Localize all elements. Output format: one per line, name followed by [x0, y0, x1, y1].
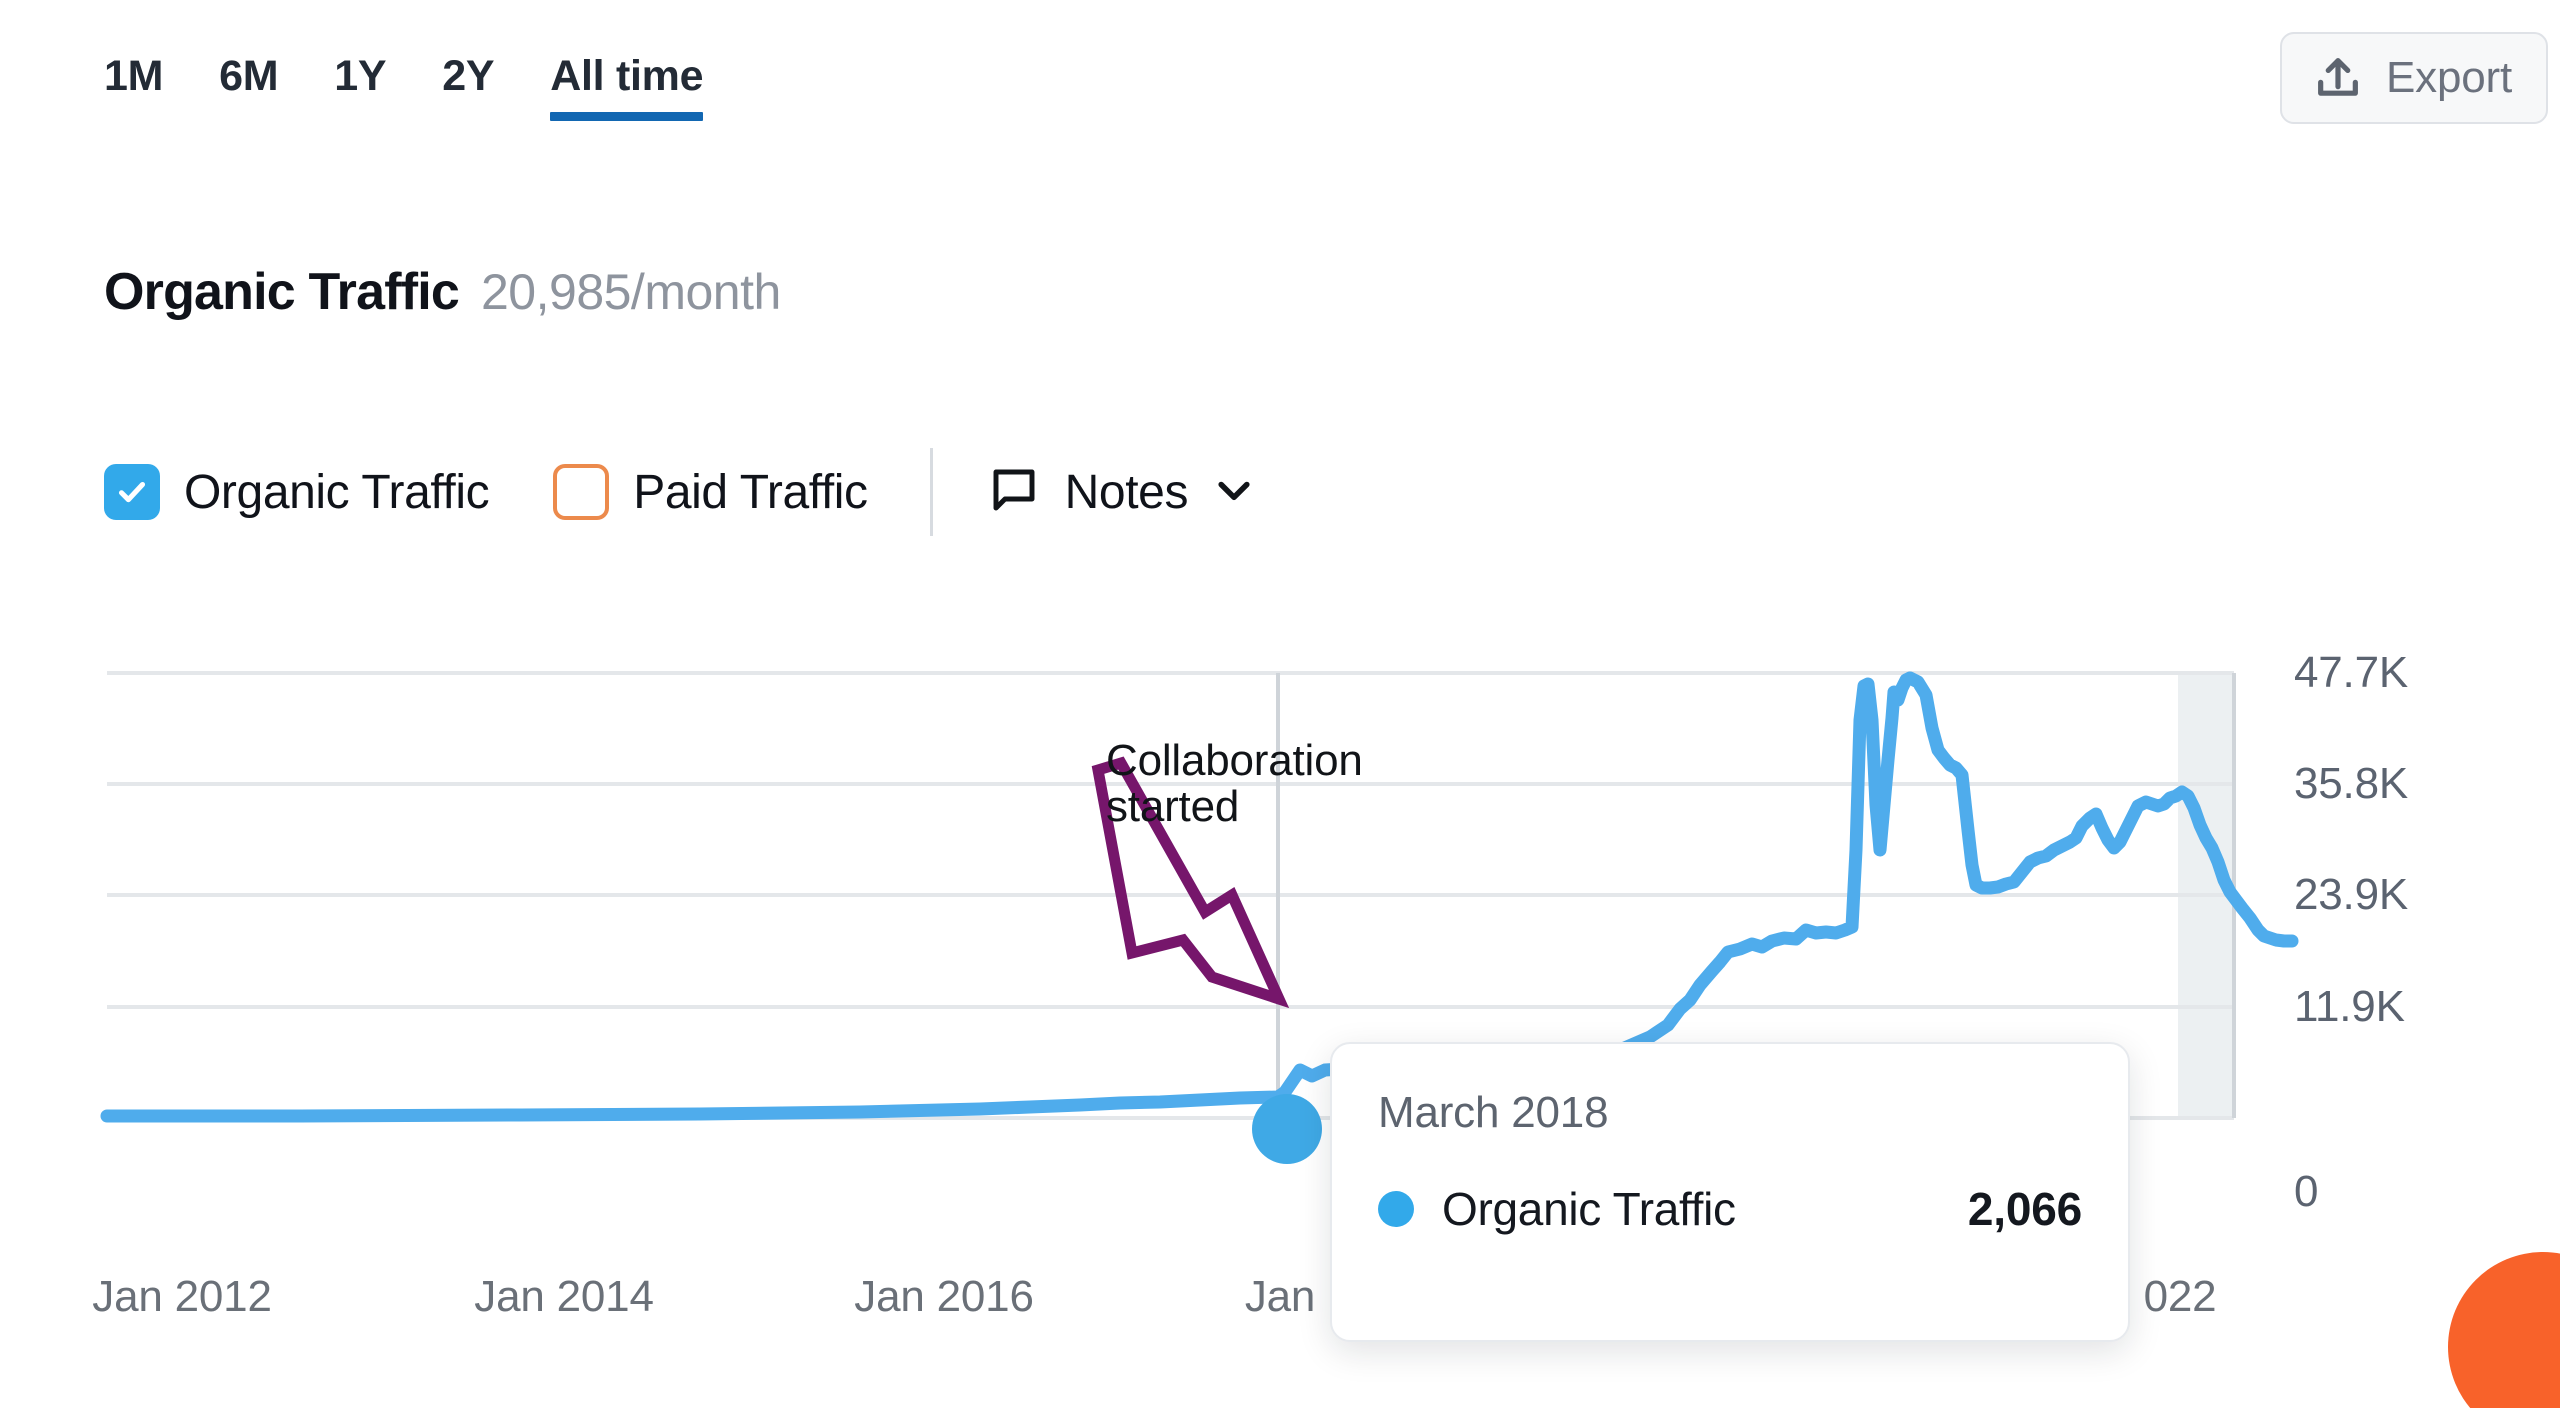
- tab-2y[interactable]: 2Y: [442, 52, 494, 133]
- tooltip-series-row: Organic Traffic 2,066: [1378, 1182, 2082, 1236]
- page-title: Organic Traffic: [104, 263, 460, 321]
- tab-6m[interactable]: 6M: [219, 52, 278, 133]
- annotation-text: Collaboration started: [1106, 736, 1363, 832]
- y-axis-label-4: 47.7K: [2294, 648, 2408, 697]
- y-axis-label-2: 23.9K: [2294, 870, 2408, 919]
- x-axis-label-jan-2012: Jan 2012: [92, 1272, 272, 1321]
- tooltip-series-name: Organic Traffic: [1442, 1183, 1736, 1235]
- legend-toggle-paid-traffic[interactable]: Paid Traffic: [553, 464, 868, 520]
- tooltip-series-dot-icon: [1378, 1191, 1414, 1227]
- tab-1m[interactable]: 1M: [104, 52, 163, 133]
- legend-toggle-organic-traffic[interactable]: Organic Traffic: [104, 464, 490, 520]
- chart-tooltip: March 2018 Organic Traffic 2,066: [1330, 1042, 2130, 1342]
- legend-label-paid-traffic: Paid Traffic: [633, 465, 868, 519]
- note-bubble-icon: [987, 463, 1041, 522]
- y-axis-label-1: 11.9K: [2294, 982, 2405, 1031]
- x-axis-label-jan-2016: Jan 2016: [854, 1272, 1034, 1321]
- series-toggles: Organic Traffic Paid Traffic Notes: [104, 448, 1256, 536]
- x-axis-label-jan-2022: 022: [2143, 1272, 2217, 1321]
- hovered-point-marker: [1252, 1094, 1322, 1164]
- export-upload-icon: [2312, 52, 2364, 104]
- x-axis-label-jan-2018: Jan: [1244, 1272, 1316, 1321]
- tooltip-series-value: 2,066: [1967, 1183, 2082, 1235]
- tab-1y[interactable]: 1Y: [334, 52, 386, 133]
- export-button-label: Export: [2386, 53, 2512, 102]
- checkbox-checked-icon[interactable]: [104, 464, 160, 520]
- tooltip-date: March 2018: [1378, 1088, 1609, 1137]
- chevron-down-icon[interactable]: [1212, 468, 1256, 517]
- x-axis-label-jan-2014: Jan 2014: [474, 1272, 654, 1321]
- legend-label-organic-traffic: Organic Traffic: [184, 465, 490, 519]
- notes-label: Notes: [1064, 465, 1189, 519]
- time-range-tabs[interactable]: 1M 6M 1Y 2Y All time: [104, 52, 704, 133]
- notes-dropdown[interactable]: Notes: [987, 463, 1256, 522]
- toolbar-divider: [929, 448, 933, 536]
- y-axis-label-3: 35.8K: [2294, 759, 2408, 808]
- chart-header: Organic Traffic 20,985/month: [104, 262, 781, 322]
- tab-all-time[interactable]: All time: [550, 52, 704, 133]
- checkbox-unchecked-icon[interactable]: [553, 464, 610, 520]
- export-button[interactable]: Export: [2280, 32, 2548, 124]
- traffic-value: 20,985/month: [481, 264, 781, 320]
- y-axis-label-0: 0: [2294, 1167, 2319, 1216]
